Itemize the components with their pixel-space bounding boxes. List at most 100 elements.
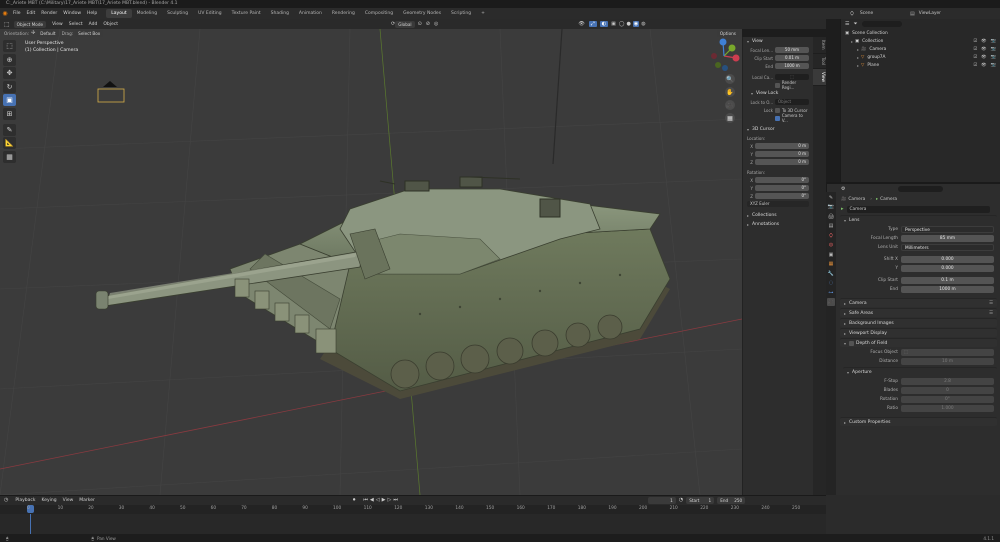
presets-icon[interactable]: ☰ (989, 311, 993, 316)
end-frame-field[interactable]: End 250 (717, 496, 746, 504)
3d-viewport[interactable] (0, 29, 742, 495)
viewport-menu-object[interactable]: Object (100, 22, 121, 27)
tab-shading[interactable]: Shading (266, 9, 294, 18)
shift-x-field[interactable]: 0.000 (901, 256, 994, 263)
dof-section-header[interactable]: ▾ Depth of Field (840, 338, 997, 347)
prop-clip-end-field[interactable]: 1000 m (901, 286, 994, 293)
tool-tab-icon[interactable]: ✎ (827, 194, 835, 202)
current-frame-field[interactable]: 1 (647, 496, 676, 504)
properties-search-input[interactable] (898, 186, 944, 192)
render-tab-icon[interactable]: 📷 (827, 203, 835, 211)
play-icon[interactable]: ▶ (382, 497, 386, 503)
shading-solid-icon[interactable]: ● (626, 21, 630, 27)
timeline-menu-keying[interactable]: Keying (38, 498, 59, 503)
outliner-search-input[interactable] (861, 21, 902, 27)
scene-selector[interactable]: Scene (860, 11, 910, 16)
dof-checkbox[interactable] (849, 340, 855, 346)
viewlayer-selector[interactable]: ViewLayer (919, 11, 941, 16)
eye-icon[interactable]: 👁 (981, 39, 986, 44)
aperture-header[interactable]: ▾ Aperture (843, 367, 997, 376)
lock-object-field[interactable]: Object (775, 98, 809, 106)
shading-wire-icon[interactable]: ◯ (619, 21, 625, 27)
options-dropdown[interactable]: Options (716, 29, 739, 37)
properties-editor-icon[interactable]: ⚙ (841, 186, 845, 192)
presets-icon[interactable]: ☰ (989, 301, 993, 306)
outliner-row-plane[interactable]: ▸ ▽ Plane ☑ 👁 📷 (841, 61, 1000, 69)
timeline-menu-playback[interactable]: Playback (12, 498, 38, 503)
fstop-field[interactable]: 2.8 (901, 378, 994, 385)
eye-icon[interactable]: 👁 (981, 47, 986, 52)
select-box-tool-icon[interactable]: ⬚ (3, 40, 16, 52)
pivot-icon[interactable]: ⊙ (418, 21, 422, 27)
chevron-right-icon[interactable]: ▸ (857, 55, 859, 60)
outliner-row-collection[interactable]: ▸ ▣ Collection ☑ 👁 📷 (841, 37, 1000, 45)
section-camera[interactable]: ▸ Camera ☰ (840, 298, 997, 307)
data-tab-icon[interactable]: 🎥 (827, 298, 835, 306)
collections-header[interactable]: ▸ Collections (743, 211, 813, 220)
world-tab-icon[interactable]: ◍ (827, 241, 835, 249)
menu-window[interactable]: Window (60, 11, 84, 16)
focal-length-prop-field[interactable]: 85 mm (901, 235, 994, 242)
output-tab-icon[interactable]: 🖨 (827, 213, 835, 221)
3d-cursor-header[interactable]: ▾ 3D Cursor (743, 125, 813, 134)
chevron-right-icon[interactable]: ▸ (851, 39, 853, 44)
outliner-editor-icon[interactable]: ☰ (845, 21, 849, 27)
proportional-icon[interactable]: ◎ (434, 21, 438, 27)
render-camera-icon[interactable]: 📷 (991, 47, 996, 52)
blender-logo-icon[interactable]: ◉ (0, 10, 10, 17)
record-icon[interactable]: ⏺ (353, 497, 356, 503)
lens-type-dropdown[interactable]: Perspective (901, 226, 994, 233)
section-background-images[interactable]: ▸ Background Images (840, 318, 997, 327)
next-key-icon[interactable]: ▷ (387, 497, 391, 503)
chevron-right-icon[interactable]: ▸ (857, 63, 859, 68)
camera-view-icon[interactable]: 🎥 (725, 100, 735, 110)
mode-dropdown[interactable]: Object Mode (13, 20, 47, 28)
view-lock-header[interactable]: ▾ View Lock (743, 89, 813, 98)
rotate-tool-icon[interactable]: ↻ (3, 80, 16, 93)
frame-ruler[interactable]: 0 10 20 30 40 50 60 70 80 90 100 110 120 130 140 150 160… (0, 505, 826, 514)
sidebar-tab-view[interactable]: View (813, 68, 826, 86)
eye-icon[interactable]: 👁 (981, 63, 986, 68)
xray-icon[interactable]: ▣ (611, 21, 616, 27)
focal-length-field[interactable]: 50 mm (775, 46, 809, 54)
cursor-rotation-y-field[interactable]: 0° (755, 184, 809, 192)
navigation-gizmo[interactable] (706, 38, 742, 74)
tab-scripting[interactable]: Scripting (446, 9, 476, 18)
tab-sculpting[interactable]: Sculpting (162, 9, 193, 18)
sidebar-tab-item[interactable]: Item (813, 37, 826, 54)
timeline-editor-icon[interactable]: ◷ (4, 497, 8, 503)
clock-icon[interactable]: ◔ (679, 497, 683, 503)
viewport-menu-view[interactable]: View (49, 22, 66, 27)
rotation-mode-dropdown[interactable]: XYZ Euler (747, 200, 809, 208)
datablock-browse-icon[interactable]: ▸ (841, 206, 844, 212)
rotation-field[interactable]: 0° (901, 396, 994, 403)
lens-section-header[interactable]: ▾ Lens (840, 215, 997, 224)
cursor-location-z-field[interactable]: 0 m (755, 158, 809, 166)
chevron-right-icon[interactable]: ▸ (857, 47, 859, 52)
play-reverse-icon[interactable]: ◁ (376, 497, 380, 503)
orientation-dropdown[interactable]: Default (37, 29, 59, 37)
transform-dropdown[interactable]: Global (395, 20, 415, 28)
constraint-tab-icon[interactable]: ⊶ (827, 289, 835, 297)
menu-render[interactable]: Render (38, 11, 60, 16)
annotations-header[interactable]: ▸ Annotations (743, 220, 813, 229)
datablock-name-field[interactable]: Camera (846, 205, 990, 213)
blades-field[interactable]: 0 (901, 387, 994, 394)
timeline-menu-marker[interactable]: Marker (76, 498, 98, 503)
viewport-menu-add[interactable]: Add (86, 22, 101, 27)
shading-material-icon[interactable]: ◉ (632, 21, 640, 27)
outliner-row-camera[interactable]: ▸ 🎥 Camera ☑ 👁 📷 (841, 45, 1000, 53)
jump-start-icon[interactable]: ⏮ (363, 497, 368, 503)
custom-props-header[interactable]: ▸ Custom Properties (840, 417, 997, 426)
render-camera-icon[interactable]: 📷 (991, 63, 996, 68)
viewport-menu-select[interactable]: Select (66, 22, 86, 27)
transform-tool-icon[interactable]: ⊞ (3, 107, 16, 120)
start-frame-field[interactable]: Start 1 (686, 496, 715, 504)
drag-dropdown[interactable]: Select Box (75, 29, 104, 37)
cursor-rotation-z-field[interactable]: 0° (755, 192, 809, 200)
object-tab-icon[interactable]: ▦ (827, 260, 835, 268)
physics-tab-icon[interactable]: ◌ (827, 279, 835, 287)
timeline-menu-view[interactable]: View (60, 498, 77, 503)
scene-collection-row[interactable]: ▣ Scene Collection (841, 29, 1000, 37)
snap-icon[interactable]: ⊘ (426, 21, 430, 27)
